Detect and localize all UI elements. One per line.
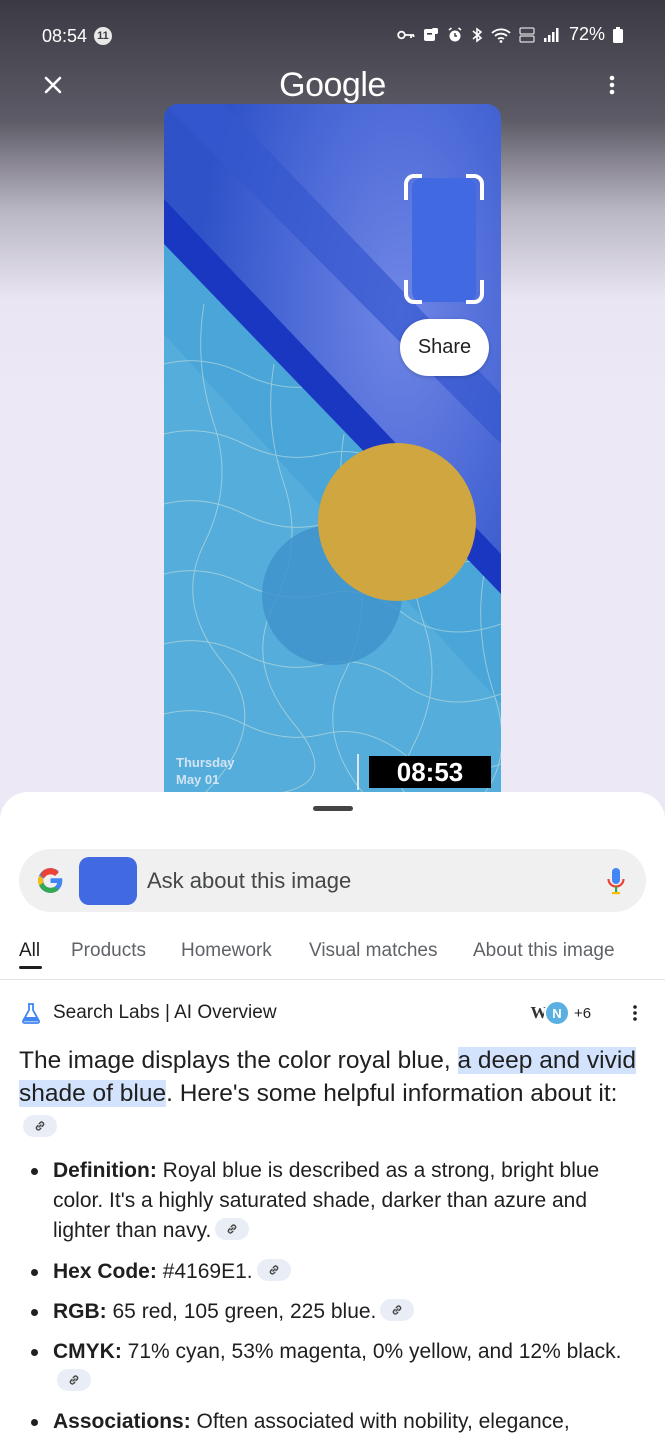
search-labs-flask-icon [22,1003,40,1024]
sheet-drag-handle[interactable] [313,806,353,811]
overview-sources[interactable]: W N +6 [526,1000,591,1026]
tab-all[interactable]: All [19,940,40,962]
citation-link-chip[interactable] [57,1369,91,1392]
tab-visual-matches[interactable]: Visual matches [309,940,438,962]
ai-overview-summary: The image displays the color royal blue,… [19,1044,639,1143]
more-options-button[interactable] [600,72,624,98]
active-tab-indicator [19,966,42,969]
alarm-icon [448,26,462,41]
sources-more-count: +6 [574,1004,592,1022]
more-vert-icon [609,75,615,95]
list-item-cmyk: CMYK: 71% cyan, 53% magenta, 0% yellow, … [31,1337,633,1397]
citation-link-chip[interactable] [23,1114,57,1137]
citation-link-chip[interactable] [256,1259,291,1282]
list-item-associations: Associations: Often associated with nobi… [31,1407,633,1437]
tab-homework[interactable]: Homework [181,940,272,962]
lockscreen-clock: 08:53 [369,756,491,788]
ask-image-search-bar[interactable]: Ask about this image [19,849,646,912]
battery-icon [613,26,623,43]
searched-image-preview[interactable] [164,104,501,794]
citation-link-chip[interactable] [215,1218,250,1241]
share-button[interactable]: Share [400,319,489,376]
notification-count-badge: 11 [94,27,112,45]
battery-percent: 72% [568,24,605,44]
source-favicon-n: N [544,1000,570,1026]
overview-more-icon[interactable] [630,1003,640,1023]
search-placeholder: Ask about this image [147,868,352,893]
list-item-rgb: RGB: 65 red, 105 green, 225 blue. [31,1297,633,1327]
wallpaper-graphic [164,104,501,794]
wifi-icon [491,28,511,43]
key-icon [397,30,415,39]
clock-divider [357,754,359,790]
tab-about-this-image[interactable]: About this image [473,940,615,962]
message-icon [423,27,438,41]
results-bottom-sheet: Ask about this image All Products Homewo… [0,792,665,1440]
status-time: 08:54 [42,26,88,46]
date-weekday: Thursday [176,755,235,770]
status-icons: 72% [397,24,623,45]
list-item-definition: Definition: Royal blue is described as a… [31,1156,633,1246]
bluetooth-icon [472,26,483,43]
lockscreen-date: Thursday May 01 [176,754,235,788]
google-logo: Google [279,66,386,104]
tab-products[interactable]: Products [71,940,146,962]
ai-overview-title: Search Labs | AI Overview [53,1002,277,1023]
query-image-thumbnail[interactable] [79,857,137,905]
results-tabs: All Products Homework Visual matches Abo… [0,932,665,980]
link-icon [269,1265,278,1276]
list-item-hex-code: Hex Code: #4169E1. [31,1257,633,1287]
link-icon [35,1120,45,1131]
link-icon [393,1305,402,1316]
date-day: May 01 [176,772,220,787]
volte-icon [519,27,535,42]
mic-icon[interactable] [606,867,626,895]
signal-icon [543,27,559,42]
google-g-icon [38,868,63,893]
link-icon [228,1224,237,1235]
status-bar: 08:54 11 72% [0,0,665,72]
ai-overview-header: Search Labs | AI Overview W N +6 [20,1000,645,1026]
citation-link-chip[interactable] [380,1299,415,1322]
link-icon [69,1375,79,1386]
